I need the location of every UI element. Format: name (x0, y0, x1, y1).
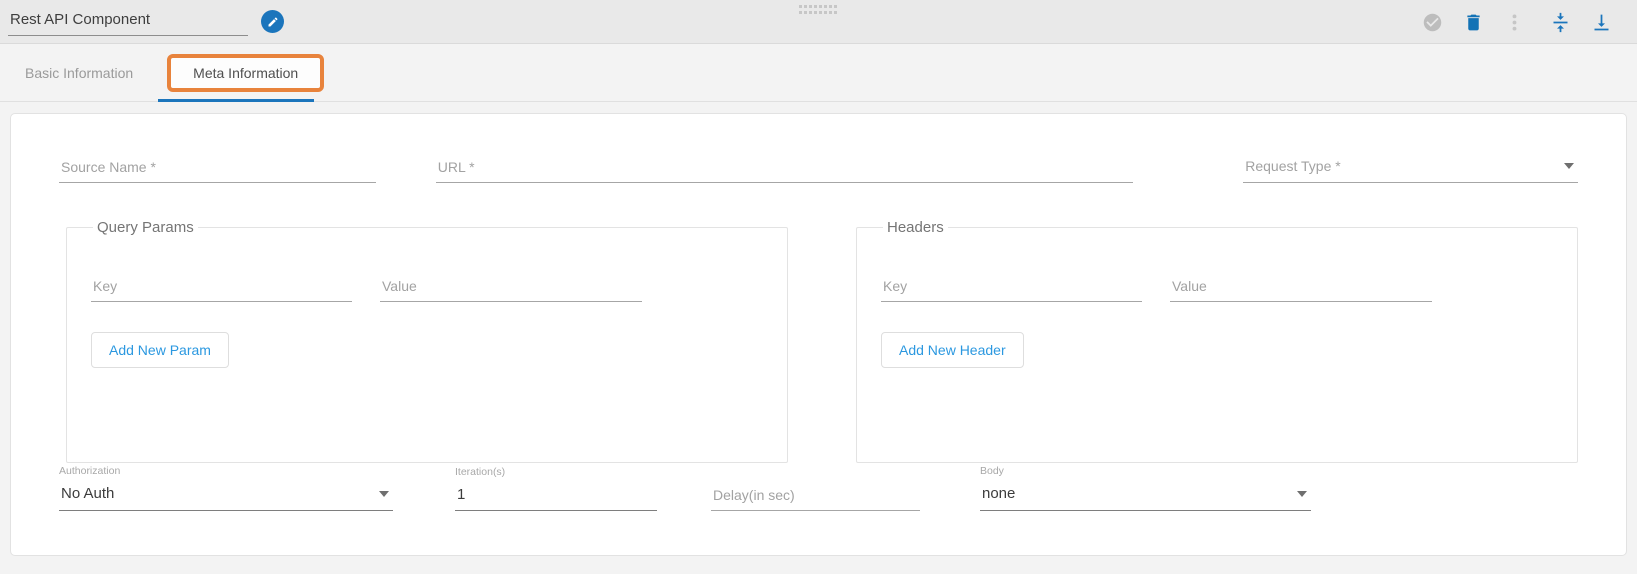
vertical-align-bottom-icon (1591, 12, 1612, 33)
request-type-select[interactable]: Request Type * (1243, 156, 1578, 183)
component-name-input[interactable] (8, 8, 248, 36)
query-param-row (91, 276, 767, 302)
tab-highlight-box: Meta Information (167, 54, 324, 92)
primary-fields-row: Request Type * (59, 156, 1578, 183)
chevron-down-icon (1564, 163, 1574, 169)
delete-button[interactable] (1462, 10, 1484, 34)
query-param-value-input[interactable] (380, 276, 642, 302)
validate-button[interactable] (1421, 10, 1443, 34)
chevron-down-icon (1297, 491, 1307, 497)
authorization-value: No Auth (61, 485, 114, 502)
header-key-input[interactable] (881, 276, 1142, 302)
headers-legend: Headers (883, 219, 948, 236)
pencil-icon (267, 16, 279, 28)
request-type-placeholder: Request Type * (1245, 158, 1340, 174)
download-button[interactable] (1590, 10, 1612, 34)
authorization-label: Authorization (59, 465, 393, 477)
tab-basic-information[interactable]: Basic Information (25, 65, 133, 81)
active-tab-indicator (158, 99, 314, 102)
authorization-select[interactable]: No Auth (59, 483, 393, 511)
more-options-button[interactable] (1503, 10, 1525, 34)
tab-bar: Basic Information Meta Information (0, 44, 1637, 102)
header-row (881, 276, 1557, 302)
body-value: none (982, 485, 1015, 502)
query-params-legend: Query Params (93, 219, 198, 236)
url-input[interactable] (436, 157, 1133, 183)
vertical-align-center-icon (1550, 12, 1571, 33)
toolbar-actions (1421, 0, 1612, 44)
body-select[interactable]: none (980, 483, 1311, 511)
delay-input[interactable] (711, 485, 920, 511)
rest-api-component-panel: Basic Information Meta Information Reque… (0, 0, 1637, 574)
meta-information-form: Request Type * Query Params Add New Para… (10, 113, 1627, 556)
check-circle-icon (1422, 12, 1443, 33)
body-label: Body (980, 465, 1311, 477)
query-param-key-input[interactable] (91, 276, 352, 302)
trash-icon (1463, 12, 1484, 33)
drag-handle-icon[interactable] (799, 5, 839, 14)
collapse-button[interactable] (1549, 10, 1571, 34)
chevron-down-icon (379, 491, 389, 497)
iterations-label: Iteration(s) (455, 466, 657, 478)
component-title-wrap (8, 8, 284, 36)
source-name-input[interactable] (59, 157, 376, 183)
add-new-param-button[interactable]: Add New Param (91, 332, 229, 368)
component-header (0, 0, 1637, 44)
iterations-input[interactable] (455, 484, 657, 511)
param-groups-row: Query Params Add New Param Headers (59, 219, 1578, 463)
vertical-dots-icon (1504, 12, 1525, 33)
add-new-header-button[interactable]: Add New Header (881, 332, 1024, 368)
query-params-group: Query Params Add New Param (66, 219, 788, 463)
options-row: Authorization No Auth Iteration(s) Body … (59, 465, 1578, 511)
headers-group: Headers Add New Header (856, 219, 1578, 463)
tab-meta-information[interactable]: Meta Information (193, 65, 298, 81)
edit-name-button[interactable] (261, 10, 284, 33)
header-value-input[interactable] (1170, 276, 1432, 302)
